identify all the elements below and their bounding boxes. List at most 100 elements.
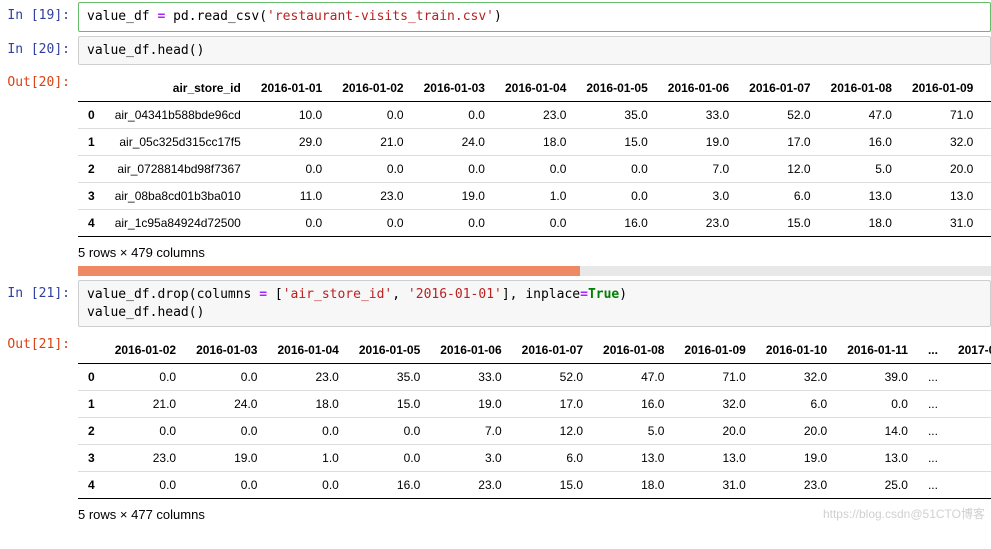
cell: 33.0 — [658, 102, 739, 129]
scrollbar-track-20[interactable] — [78, 266, 991, 276]
column-header: 2016-01-04 — [495, 75, 576, 102]
row-index: 4 — [78, 210, 105, 237]
cell: 7.0 — [430, 418, 511, 445]
cell: ... — [983, 129, 991, 156]
cell: 3.0 — [658, 183, 739, 210]
cell: air_0728814bd98f7367 — [105, 156, 251, 183]
column-header: 2016-01-01 — [251, 75, 332, 102]
watermark: https://blog.csdn@51CTO博客 — [823, 505, 985, 522]
cell: 23.0 — [267, 364, 348, 391]
cell-21: In [21]: value_df.drop(columns = ['air_s… — [0, 278, 991, 329]
prompt-out-20: Out[20]: — [0, 69, 78, 90]
cell: 0.0 — [186, 418, 267, 445]
column-header: 2016-01-03 — [414, 75, 495, 102]
cell: 0.0 — [251, 210, 332, 237]
column-header: 2016-01-08 — [821, 75, 902, 102]
cell: ... — [983, 210, 991, 237]
column-header: 2016-01-09 — [902, 75, 983, 102]
cell: 0.0 — [349, 418, 430, 445]
cell: 35.0 — [349, 364, 430, 391]
cell: 0.0 — [837, 391, 918, 418]
cell: 1.0 — [495, 183, 576, 210]
cell: 0.0 — [414, 156, 495, 183]
cell: 25.0 — [837, 472, 918, 499]
cell: 18.0 — [821, 210, 902, 237]
cell: 23.0 — [658, 210, 739, 237]
cell: ... — [918, 418, 948, 445]
cell: 17.0 — [512, 391, 593, 418]
cell: 23.0 — [756, 472, 837, 499]
cell: 14.0 — [837, 418, 918, 445]
cell: 5.0 — [821, 156, 902, 183]
cell: 32.0 — [674, 391, 755, 418]
column-header: 2016-01-11 — [837, 337, 918, 364]
cell: 16.0 — [593, 391, 674, 418]
cell: air_05c325d315cc17f5 — [105, 129, 251, 156]
cell: 19.0 — [414, 183, 495, 210]
code-input-20[interactable]: value_df.head() — [78, 36, 991, 66]
dataframe-table-2: 2016-01-022016-01-032016-01-042016-01-05… — [78, 337, 991, 499]
row-index: 3 — [78, 445, 105, 472]
column-header: 2016-01-02 — [105, 337, 186, 364]
cell: 0.0 — [186, 472, 267, 499]
cell: ... — [918, 391, 948, 418]
column-header: 2016-01-09 — [674, 337, 755, 364]
cell: 0.0 — [414, 210, 495, 237]
cell: 12.0 — [739, 156, 820, 183]
column-header: 2017-04-13 — [948, 337, 991, 364]
cell: 0.0 — [576, 183, 657, 210]
cell: 10.0 — [251, 102, 332, 129]
cell: 71.0 — [674, 364, 755, 391]
table-row: 0air_04341b588bde96cd10.00.00.023.035.03… — [78, 102, 991, 129]
column-header: 2016-01-03 — [186, 337, 267, 364]
output-area-20[interactable]: air_store_id2016-01-012016-01-022016-01-… — [78, 75, 991, 276]
column-header: ... — [918, 337, 948, 364]
cell: 11.0 — [948, 391, 991, 418]
cell: 29.0 — [251, 129, 332, 156]
cell: air_1c95a84924d72500 — [105, 210, 251, 237]
cell: 1.0 — [267, 445, 348, 472]
column-header: ... — [983, 75, 991, 102]
cell: 71.0 — [902, 102, 983, 129]
cell: 18.0 — [495, 129, 576, 156]
cell: 13.0 — [821, 183, 902, 210]
cell: 23.0 — [430, 472, 511, 499]
table-row: 323.019.01.00.03.06.013.013.019.013.0...… — [78, 445, 991, 472]
column-header: 2016-01-07 — [739, 75, 820, 102]
cell: ... — [918, 472, 948, 499]
cell: 15.0 — [576, 129, 657, 156]
cell: 18.0 — [593, 472, 674, 499]
cell-20: In [20]: value_df.head() — [0, 34, 991, 68]
cell: 0.0 — [349, 445, 430, 472]
column-header: 2016-01-07 — [512, 337, 593, 364]
code-input-19[interactable]: value_df = pd.read_csv('restaurant-visit… — [78, 2, 991, 32]
cell: 14.0 — [948, 445, 991, 472]
cell-19: In [19]: value_df = pd.read_csv('restaur… — [0, 0, 991, 34]
column-header: 2016-01-05 — [349, 337, 430, 364]
cell: 52.0 — [512, 364, 593, 391]
row-index: 4 — [78, 472, 105, 499]
cell: 0.0 — [267, 418, 348, 445]
cell: 15.0 — [739, 210, 820, 237]
cell: 11.0 — [251, 183, 332, 210]
cell: ... — [983, 102, 991, 129]
cell: 39.0 — [837, 364, 918, 391]
cell: 23.0 — [105, 445, 186, 472]
cell: 21.0 — [105, 391, 186, 418]
cell: 15.0 — [349, 391, 430, 418]
cell: 33.0 — [948, 364, 991, 391]
cell: air_04341b588bde96cd — [105, 102, 251, 129]
row-index: 0 — [78, 102, 105, 129]
cell: 23.0 — [332, 183, 413, 210]
cell: 11.0 — [948, 472, 991, 499]
table1-shape: 5 rows × 479 columns — [78, 237, 991, 264]
code-input-21[interactable]: value_df.drop(columns = ['air_store_id',… — [78, 280, 991, 327]
scrollbar-thumb-20[interactable] — [78, 266, 580, 276]
cell: 0.0 — [105, 418, 186, 445]
output-area-21[interactable]: 2016-01-022016-01-032016-01-042016-01-05… — [78, 337, 991, 526]
cell: 20.0 — [674, 418, 755, 445]
cell: 24.0 — [186, 391, 267, 418]
cell: 23.0 — [495, 102, 576, 129]
cell: 3.0 — [430, 445, 511, 472]
table-row: 20.00.00.00.07.012.05.020.020.014.0...5.… — [78, 418, 991, 445]
